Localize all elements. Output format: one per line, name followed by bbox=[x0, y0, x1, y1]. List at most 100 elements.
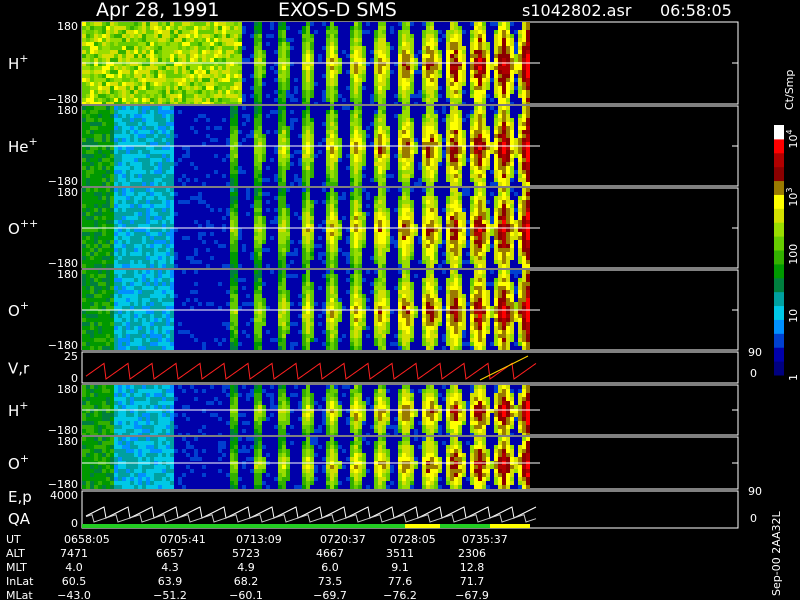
heatmap-cell bbox=[366, 34, 370, 38]
heatmap-cell bbox=[186, 126, 190, 130]
heatmap-cell bbox=[150, 170, 154, 174]
heatmap-cell bbox=[290, 126, 294, 130]
heatmap-cell bbox=[338, 106, 342, 110]
heatmap-cell bbox=[458, 178, 462, 182]
heatmap-cell bbox=[334, 154, 338, 158]
heatmap-cell bbox=[174, 66, 178, 70]
heatmap-cell bbox=[414, 30, 418, 34]
heatmap-cell bbox=[250, 162, 254, 166]
heatmap-cell bbox=[502, 70, 506, 74]
heatmap-cell bbox=[346, 58, 350, 62]
heatmap-cell bbox=[254, 126, 258, 130]
heatmap-cell bbox=[514, 66, 518, 70]
heatmap-cell bbox=[502, 118, 506, 122]
heatmap-cell bbox=[446, 58, 450, 62]
heatmap-cell bbox=[502, 182, 506, 186]
heatmap-cell bbox=[282, 26, 286, 30]
heatmap-cell bbox=[98, 30, 102, 34]
heatmap-cell bbox=[414, 126, 418, 130]
heatmap-cell bbox=[142, 208, 146, 212]
heatmap-cell bbox=[238, 90, 242, 94]
heatmap-cell bbox=[282, 122, 286, 126]
heatmap-cell bbox=[486, 166, 490, 170]
heatmap-cell bbox=[270, 70, 274, 74]
heatmap-cell bbox=[186, 130, 190, 134]
heatmap-cell bbox=[282, 150, 286, 154]
heatmap-cell bbox=[482, 142, 486, 146]
heatmap-cell bbox=[182, 182, 186, 186]
heatmap-cell bbox=[98, 158, 102, 162]
heatmap-cell bbox=[138, 200, 142, 204]
heatmap-cell bbox=[238, 66, 242, 70]
heatmap-cell bbox=[90, 142, 94, 146]
heatmap-cell bbox=[506, 58, 510, 62]
heatmap-cell bbox=[262, 138, 266, 142]
heatmap-cell bbox=[166, 142, 170, 146]
heatmap-cell bbox=[338, 42, 342, 46]
heatmap-cell bbox=[406, 126, 410, 130]
heatmap-cell bbox=[118, 216, 122, 220]
heatmap-cell bbox=[466, 118, 470, 122]
heatmap-cell bbox=[90, 188, 94, 192]
heatmap-cell bbox=[334, 102, 338, 104]
heatmap-cell bbox=[418, 182, 422, 186]
heatmap-cell bbox=[222, 42, 226, 46]
heatmap-cell bbox=[482, 54, 486, 58]
heatmap-cell bbox=[398, 126, 402, 130]
heatmap-cell bbox=[122, 224, 126, 228]
heatmap-cell bbox=[150, 130, 154, 134]
heatmap-cell bbox=[406, 94, 410, 98]
heatmap-cell bbox=[298, 86, 302, 90]
heatmap-cell bbox=[262, 22, 266, 26]
heatmap-cell bbox=[470, 66, 474, 70]
panel-1: H+180−180 bbox=[8, 20, 739, 106]
heatmap-cell bbox=[434, 70, 438, 74]
heatmap-cell bbox=[366, 86, 370, 90]
heatmap-cell bbox=[374, 170, 378, 174]
heatmap-cell bbox=[514, 58, 518, 62]
heatmap-cell bbox=[342, 66, 346, 70]
heatmap-cell bbox=[326, 58, 330, 62]
heatmap-cell bbox=[102, 34, 106, 38]
heatmap-cell bbox=[366, 42, 370, 46]
heatmap-cell bbox=[150, 188, 154, 192]
heatmap-cell bbox=[490, 94, 494, 98]
heatmap-cell bbox=[514, 38, 518, 42]
heatmap-cell bbox=[474, 30, 478, 34]
heatmap-cell bbox=[202, 38, 206, 42]
heatmap-cell bbox=[522, 118, 526, 122]
heatmap-cell bbox=[410, 126, 414, 130]
heatmap-cell bbox=[174, 150, 178, 154]
heatmap-cell bbox=[414, 114, 418, 118]
heatmap-cell bbox=[422, 134, 426, 138]
heatmap-cell bbox=[158, 142, 162, 146]
heatmap-cell bbox=[462, 134, 466, 138]
heatmap-cell bbox=[398, 46, 402, 50]
heatmap-cell bbox=[426, 74, 430, 78]
heatmap-cell bbox=[102, 94, 106, 98]
heatmap-cell bbox=[102, 204, 106, 208]
heatmap-cell bbox=[458, 26, 462, 30]
heatmap-cell bbox=[86, 264, 90, 268]
heatmap-cell bbox=[394, 106, 398, 110]
heatmap-cell bbox=[406, 118, 410, 122]
heatmap-cell bbox=[230, 134, 234, 138]
heatmap-cell bbox=[110, 42, 114, 46]
heatmap-cell bbox=[186, 142, 190, 146]
heatmap-cell bbox=[270, 38, 274, 42]
heatmap-cell bbox=[438, 166, 442, 170]
heatmap-cell bbox=[258, 22, 262, 26]
heatmap-cell bbox=[186, 182, 190, 186]
heatmap-cell bbox=[410, 158, 414, 162]
heatmap-cell bbox=[270, 170, 274, 174]
heatmap-cell bbox=[426, 146, 430, 150]
heatmap-cell bbox=[482, 178, 486, 182]
heatmap-cell bbox=[122, 82, 126, 86]
heatmap-cell bbox=[418, 46, 422, 50]
heatmap-cell bbox=[258, 126, 262, 130]
heatmap-cell bbox=[110, 94, 114, 98]
heatmap-cell bbox=[262, 90, 266, 94]
heatmap-cell bbox=[90, 196, 94, 200]
heatmap-cell bbox=[226, 134, 230, 138]
heatmap-cell bbox=[310, 134, 314, 138]
